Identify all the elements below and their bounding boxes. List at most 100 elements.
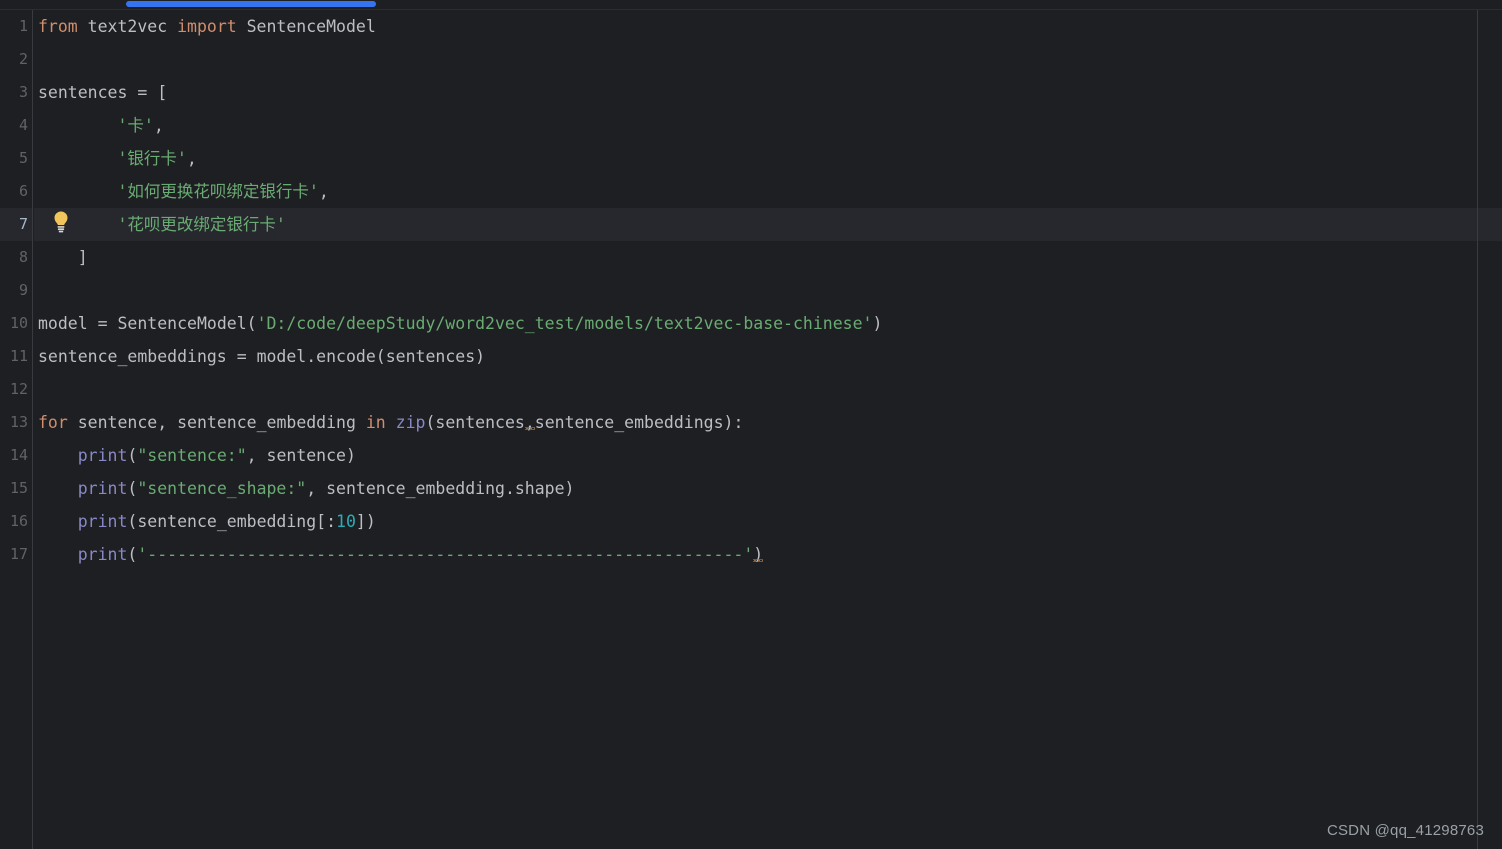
- gutter-line-5[interactable]: 5: [0, 142, 32, 175]
- code-line-7[interactable]: '花呗更改绑定银行卡': [34, 208, 1502, 241]
- line-number: 13: [9, 413, 28, 431]
- token-ident: sentence: [266, 446, 346, 465]
- token-ident: sentence_embedding: [326, 479, 505, 498]
- code-line-14[interactable]: print("sentence:", sentence): [34, 439, 1502, 472]
- gutter-line-15[interactable]: 15: [0, 472, 32, 505]
- token-punct: ): [475, 347, 486, 366]
- code-line-17[interactable]: print('---------------------------------…: [34, 538, 1502, 571]
- token-punct: ,: [306, 479, 327, 498]
- token-ident: sentences: [38, 83, 138, 102]
- token-punct: (: [246, 314, 257, 333]
- token-str: '如何更换花呗绑定银行卡': [117, 182, 319, 201]
- token-punct: [:: [316, 512, 337, 531]
- gutter-line-1[interactable]: 1: [0, 10, 32, 43]
- token-punct: ): [872, 314, 883, 333]
- code-line-10[interactable]: model = SentenceModel('D:/code/deepStudy…: [34, 307, 1502, 340]
- editor-code-area[interactable]: from text2vec import SentenceModel sente…: [34, 10, 1502, 849]
- code-line-11[interactable]: sentence_embeddings = model.encode(sente…: [34, 340, 1502, 373]
- token-punct: ,: [157, 413, 178, 432]
- line-number: 6: [18, 182, 28, 200]
- token-ident: sentence_embedding: [137, 512, 317, 531]
- token-ident: sentences: [435, 413, 525, 432]
- token-str: "sentence_shape:": [137, 479, 307, 498]
- code-line-12[interactable]: [34, 373, 1502, 406]
- gutter-line-14[interactable]: 14: [0, 439, 32, 472]
- token-punct: (: [127, 545, 138, 564]
- code-line-13[interactable]: for sentence, sentence_embedding in zip(…: [34, 406, 1502, 439]
- gutter-line-2[interactable]: 2: [0, 43, 32, 76]
- horizontal-scrollbar-track[interactable]: [0, 0, 1502, 10]
- line-number: 1: [18, 17, 28, 35]
- token-ident: sentence: [77, 413, 158, 432]
- token-ident: sentence_embeddings: [534, 413, 724, 432]
- line-number: 14: [9, 446, 28, 464]
- token-punct: (: [375, 347, 386, 366]
- code-line-15[interactable]: print("sentence_shape:", sentence_embedd…: [34, 472, 1502, 505]
- token-builtin: print: [77, 446, 128, 465]
- token-str: '---------------------------------------…: [137, 545, 754, 564]
- token-ident: sentences: [385, 347, 476, 366]
- gutter-line-4[interactable]: 4: [0, 109, 32, 142]
- code-line-4[interactable]: '卡',: [34, 109, 1502, 142]
- code-line-16[interactable]: print(sentence_embedding[:10]): [34, 505, 1502, 538]
- code-line-5[interactable]: '银行卡',: [34, 142, 1502, 175]
- gutter-line-10[interactable]: 10: [0, 307, 32, 340]
- line-number: 3: [18, 83, 28, 101]
- code-line-6[interactable]: '如何更换花呗绑定银行卡',: [34, 175, 1502, 208]
- code-line-9[interactable]: [34, 274, 1502, 307]
- code-line-8[interactable]: ]: [34, 241, 1502, 274]
- line-number: 16: [9, 512, 28, 530]
- token-ident: [38, 512, 78, 531]
- line-number: 4: [18, 116, 28, 134]
- token-punct: ,: [524, 413, 535, 432]
- token-punct: ,: [246, 446, 267, 465]
- lightbulb-icon[interactable]: [50, 210, 72, 234]
- gutter-line-16[interactable]: 16: [0, 505, 32, 538]
- right-margin-guide: [1477, 10, 1478, 849]
- token-punct: ,: [186, 149, 197, 168]
- token-punct: ,: [153, 116, 164, 135]
- gutter-line-3[interactable]: 3: [0, 76, 32, 109]
- token-ident: model: [38, 314, 98, 333]
- gutter-line-17[interactable]: 17: [0, 538, 32, 571]
- horizontal-scrollbar-thumb[interactable]: [126, 1, 376, 7]
- token-str: '卡': [117, 116, 154, 135]
- token-punct: ): [753, 545, 764, 564]
- token-num: 10: [336, 512, 356, 531]
- token-op: =: [236, 347, 257, 366]
- token-ident: [38, 446, 78, 465]
- gutter-line-13[interactable]: 13: [0, 406, 32, 439]
- token-punct: .: [504, 479, 515, 498]
- token-cls: SentenceModel: [117, 314, 247, 333]
- gutter-line-9[interactable]: 9: [0, 274, 32, 307]
- token-builtin: print: [77, 479, 128, 498]
- gutter-line-12[interactable]: 12: [0, 373, 32, 406]
- line-number: 2: [18, 50, 28, 68]
- gutter-line-8[interactable]: 8: [0, 241, 32, 274]
- token-punct: ): [564, 479, 575, 498]
- code-line-1[interactable]: from text2vec import SentenceModel: [34, 10, 1502, 43]
- gutter-line-7[interactable]: 7: [0, 208, 32, 241]
- token-str: 'D:/code/deepStudy/word2vec_test/models/…: [256, 314, 873, 333]
- line-number: 5: [18, 149, 28, 167]
- token-str: "sentence:": [137, 446, 247, 465]
- gutter-line-11[interactable]: 11: [0, 340, 32, 373]
- code-line-3[interactable]: sentences = [: [34, 76, 1502, 109]
- token-ident: [38, 479, 78, 498]
- line-number: 11: [9, 347, 28, 365]
- token-punct: [: [157, 83, 168, 102]
- token-punct: ): [346, 446, 356, 465]
- line-number: 10: [9, 314, 28, 332]
- code-line-2[interactable]: [34, 43, 1502, 76]
- token-ident: [38, 182, 117, 201]
- gutter-line-6[interactable]: 6: [0, 175, 32, 208]
- token-ident: shape: [514, 479, 565, 498]
- token-str: '花呗更改绑定银行卡': [117, 215, 286, 234]
- code-editor-window: 1 2 3 4 5 6 7 8 9 10 11 12 13 14 15 16 17 from text2vec …: [0, 0, 1502, 849]
- token-kw: import: [177, 17, 247, 36]
- token-punct: (: [127, 512, 138, 531]
- token-cls: SentenceModel: [246, 17, 376, 36]
- editor-gutter[interactable]: 1 2 3 4 5 6 7 8 9 10 11 12 13 14 15 16 17: [0, 10, 33, 849]
- token-punct: ]): [355, 512, 376, 531]
- line-number: 12: [9, 380, 28, 398]
